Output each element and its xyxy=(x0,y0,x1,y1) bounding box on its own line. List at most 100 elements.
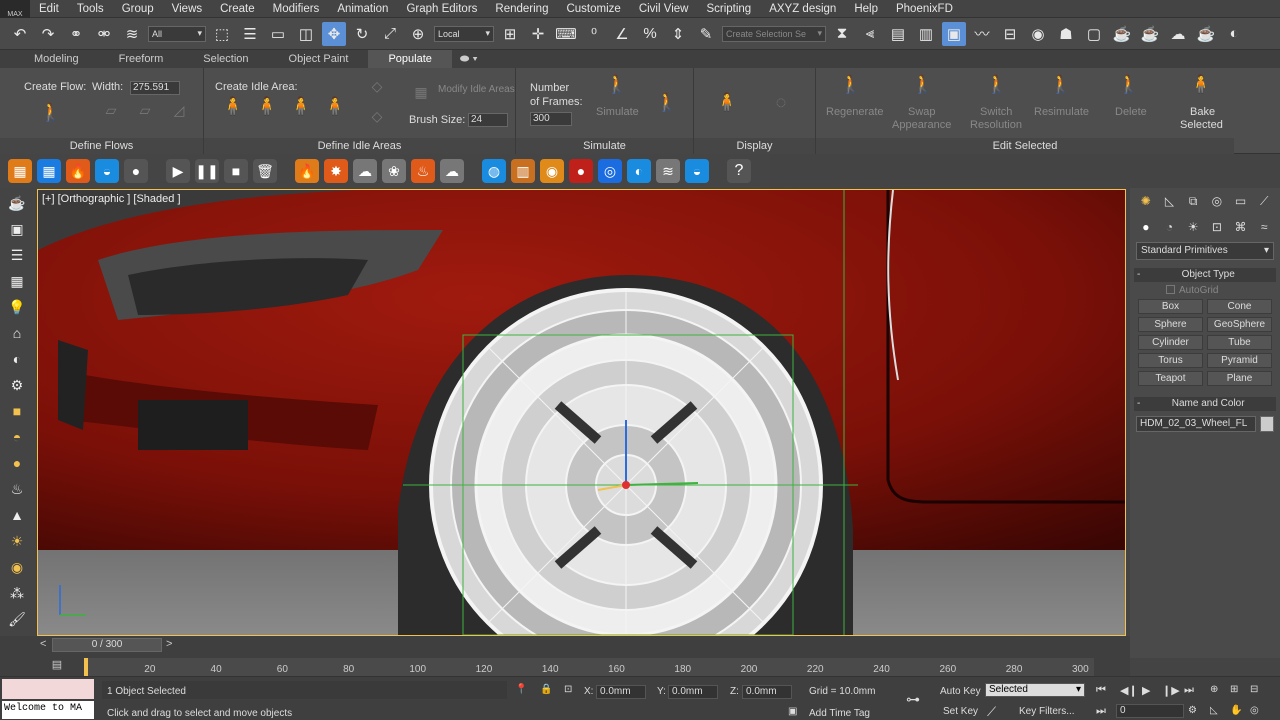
torus-icon[interactable]: ◉ xyxy=(4,556,30,578)
x-coord-field[interactable]: 0.0mm xyxy=(596,685,646,699)
resimulate-icon[interactable]: 🚶 xyxy=(1048,74,1074,100)
idle-vertex-icon[interactable]: ◇ xyxy=(364,78,390,104)
menu-civil-view[interactable]: Civil View xyxy=(630,3,698,15)
grid-icon[interactable]: ▦ xyxy=(4,270,30,292)
go-to-end-icon[interactable]: ⏭ xyxy=(1184,684,1194,697)
ribbon-options-icon[interactable]: ⬬ ▾ xyxy=(460,53,478,66)
tube-button[interactable]: Tube xyxy=(1207,335,1272,350)
menu-modifiers[interactable]: Modifiers xyxy=(264,3,329,15)
tab-object-paint[interactable]: Object Paint xyxy=(269,50,369,68)
width-input[interactable]: 275.591 xyxy=(130,81,180,95)
key-mode-dropdown[interactable]: Selected ▾ xyxy=(985,683,1085,697)
regenerate-icon[interactable]: 🚶 xyxy=(838,74,864,100)
simulate-icon[interactable]: 🚶 xyxy=(604,74,630,100)
idle-edge-icon[interactable]: ◇ xyxy=(364,108,390,134)
time-tag-icon[interactable]: ▣ xyxy=(788,706,797,717)
object-color-swatch[interactable] xyxy=(1260,416,1274,432)
play-icon[interactable]: ▶ xyxy=(166,159,190,183)
utilities-tab-icon[interactable]: ⟋ xyxy=(1254,191,1274,211)
add-time-tag[interactable]: Add Time Tag xyxy=(809,708,870,719)
smoke-preset-icon[interactable]: ☁ xyxy=(353,159,377,183)
time-config-icon[interactable]: ⚙ xyxy=(1188,705,1197,716)
simulate-options-icon[interactable]: 🚶 xyxy=(654,92,680,118)
motion-tab-icon[interactable]: ◎ xyxy=(1207,191,1227,211)
zoom-all-icon[interactable]: ⊞ xyxy=(1230,684,1238,695)
helper-icon[interactable]: ◐ xyxy=(4,348,30,370)
angle-snap-icon[interactable]: ∠ xyxy=(610,22,634,46)
set-key-curve-icon[interactable]: ⟋ xyxy=(987,704,996,720)
candle-preset-icon[interactable]: ♨ xyxy=(411,159,435,183)
idle-person-icon[interactable]: 🧍 xyxy=(220,96,246,122)
select-by-name-icon[interactable]: ☰ xyxy=(238,22,262,46)
delete-icon[interactable]: 🚶 xyxy=(1116,74,1142,100)
reference-coord-dropdown[interactable]: Local ▾ xyxy=(434,25,494,42)
viewport-config-icon[interactable]: ▣ xyxy=(4,218,30,240)
tab-populate[interactable]: Populate xyxy=(368,50,452,68)
snap-3d-icon[interactable]: ⁰ xyxy=(582,22,606,46)
beer-preset-icon[interactable]: ▥ xyxy=(511,159,535,183)
create-tab-icon[interactable]: ✺ xyxy=(1136,191,1156,211)
fire-smoke-grid-icon[interactable]: ▦ xyxy=(8,159,32,183)
go-to-start-icon[interactable]: ⏮ xyxy=(1096,684,1106,697)
modify-idle-icon[interactable]: ▦ xyxy=(408,84,434,110)
current-frame-field[interactable]: 0 xyxy=(1116,704,1184,718)
menu-axyz-design[interactable]: AXYZ design xyxy=(760,3,845,15)
curve-editor-icon[interactable]: 〰 xyxy=(970,22,994,46)
fire-preset-icon[interactable]: 🔥 xyxy=(295,159,319,183)
help-icon[interactable]: ? xyxy=(727,159,751,183)
scene-explorer-icon[interactable]: ☰ xyxy=(4,244,30,266)
lights-icon[interactable]: ☀ xyxy=(1183,217,1203,237)
keyboard-shortcut-icon[interactable]: ⌨ xyxy=(554,22,578,46)
play-animation-icon[interactable]: ▶ xyxy=(1142,684,1150,697)
trash-icon[interactable]: 🗑 xyxy=(253,159,277,183)
rect-selection-icon[interactable]: ▭ xyxy=(266,22,290,46)
liquid-grid-icon[interactable]: ▦ xyxy=(37,159,61,183)
liquid-pour-icon[interactable]: ◍ xyxy=(482,159,506,183)
maxscript-listener-top[interactable] xyxy=(2,679,94,699)
viewport-label[interactable]: [+] [Orthographic ] [Shaded ] xyxy=(42,193,181,205)
switch-resolution-icon[interactable]: 🚶 xyxy=(984,74,1010,100)
idle-circle-icon[interactable]: 🧍 xyxy=(254,96,280,122)
selection-filter-dropdown[interactable]: All ▾ xyxy=(148,25,206,42)
menu-tools[interactable]: Tools xyxy=(68,3,113,15)
flow-segment-icon[interactable]: ▱ xyxy=(98,102,124,128)
slider-left-arrow[interactable]: < xyxy=(40,638,46,650)
menu-group[interactable]: Group xyxy=(113,3,163,15)
menu-views[interactable]: Views xyxy=(163,3,211,15)
bake-label-1[interactable]: Bake xyxy=(1190,106,1215,118)
y-coord-field[interactable]: 0.0mm xyxy=(668,685,718,699)
tab-selection[interactable]: Selection xyxy=(183,50,268,68)
display-tab-icon[interactable]: ▭ xyxy=(1231,191,1251,211)
camera-icon[interactable]: ⌂ xyxy=(4,322,30,344)
idle-area-spline-icon[interactable]: 🧍 xyxy=(322,96,348,122)
cone-icon[interactable]: ▲ xyxy=(4,504,30,526)
geosphere-button[interactable]: GeoSphere xyxy=(1207,317,1272,332)
ocean-preset-icon[interactable]: ≋ xyxy=(656,159,680,183)
track-bar[interactable]: 20 40 60 80 100 120 140 160 180 200 220 240 260 280 30… xyxy=(84,658,1094,676)
material-editor-icon[interactable]: ◉ xyxy=(1026,22,1050,46)
auto-key-button[interactable]: Auto Key xyxy=(940,686,981,697)
mirror-icon[interactable]: ⧗ xyxy=(830,22,854,46)
place-icon[interactable]: ⊕ xyxy=(406,22,430,46)
scale-icon[interactable]: ⤢ xyxy=(378,22,402,46)
regenerate-label[interactable]: Regenerate xyxy=(826,106,884,118)
flow-ramp-icon[interactable]: ▱ xyxy=(132,102,158,128)
render-setup-icon[interactable]: ☗ xyxy=(1054,22,1078,46)
menu-customize[interactable]: Customize xyxy=(557,3,629,15)
move-icon[interactable]: ✥ xyxy=(322,21,346,46)
resimulate-label[interactable]: Resimulate xyxy=(1034,106,1089,118)
explosion-preset-icon[interactable]: ✸ xyxy=(324,159,348,183)
sphere-icon[interactable]: ● xyxy=(4,452,30,474)
zoom-icon[interactable]: ⊕ xyxy=(1210,684,1218,695)
cone-button[interactable]: Cone xyxy=(1207,299,1272,314)
fire-source-icon[interactable]: 🔥 xyxy=(66,159,90,183)
percent-snap-icon[interactable]: % xyxy=(638,22,662,46)
box-button[interactable]: Box xyxy=(1138,299,1203,314)
frames-input[interactable]: 300 xyxy=(530,112,572,126)
sphere-button[interactable]: Sphere xyxy=(1138,317,1203,332)
menu-edit[interactable]: Edit xyxy=(30,3,68,15)
light-icon[interactable]: 💡 xyxy=(4,296,30,318)
sun-icon[interactable]: ☀ xyxy=(4,530,30,552)
isolate-icon[interactable]: 📍 xyxy=(515,684,527,695)
a360-icon[interactable]: ◐ xyxy=(1222,22,1246,46)
